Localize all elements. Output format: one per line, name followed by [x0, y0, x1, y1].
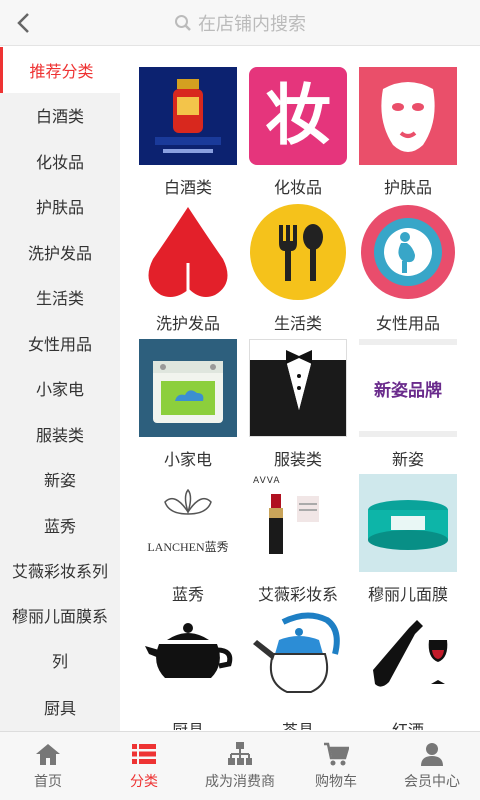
- drop-icon: [139, 203, 237, 301]
- search-box[interactable]: 在店铺内搜索: [120, 8, 360, 38]
- tab-member[interactable]: 会员中心: [384, 732, 480, 800]
- sidebar-item-clothing[interactable]: 服装类: [0, 411, 120, 457]
- grid-item-label: 穆丽儿面膜: [367, 585, 448, 604]
- grid-item-appliance[interactable]: 小家电: [134, 339, 242, 469]
- grid-item-label: 新姿: [391, 450, 424, 469]
- wine-icon: [359, 610, 457, 708]
- kettle-icon: [249, 610, 347, 708]
- sidebar-item-kitchen[interactable]: 厨具: [0, 684, 120, 730]
- grid-item-mulier[interactable]: 穆丽儿面膜: [354, 474, 462, 604]
- grid-item-kitchen[interactable]: 厨具: [134, 610, 242, 730]
- grid-item-skincare[interactable]: 护肤品: [354, 67, 462, 197]
- lanchen-logo-icon: LANCHEN蓝秀: [139, 474, 237, 572]
- network-icon: [228, 742, 252, 765]
- tab-cart[interactable]: 购物车: [288, 732, 384, 800]
- grid-item-label: 厨具: [134, 717, 242, 730]
- sidebar-item-living[interactable]: 生活类: [0, 275, 120, 321]
- grid-item-cosmetics[interactable]: 妆 化妆品: [244, 67, 352, 197]
- sidebar-item-recommended[interactable]: 推荐分类: [0, 47, 120, 93]
- cart-icon: [324, 742, 349, 766]
- grid-item-label: 白酒类: [163, 178, 212, 197]
- tab-label: 首页: [34, 774, 62, 790]
- grid-item-label: 洗护发品: [155, 314, 220, 333]
- lipstick-icon: AVVA: [249, 474, 347, 572]
- baijiu-bottle-icon: [139, 67, 237, 165]
- grid-item-xinzi[interactable]: 新姿品牌 新姿: [354, 339, 462, 469]
- user-icon: [421, 743, 443, 766]
- grid-item-label: 服装类: [273, 450, 322, 469]
- tab-home[interactable]: 首页: [0, 732, 96, 800]
- grid-item-teaware[interactable]: 茶具: [244, 610, 352, 730]
- sidebar-item-baijiu[interactable]: 白酒类: [0, 93, 120, 139]
- tab-label: 成为消费商: [205, 774, 275, 790]
- grid-item-haircare[interactable]: 洗护发品: [134, 203, 242, 333]
- pregnancy-icon: [359, 203, 457, 301]
- tab-consumer[interactable]: 成为消费商: [192, 732, 288, 800]
- grid-item-label: 茶具: [244, 717, 352, 730]
- grid-item-baijiu[interactable]: 白酒类: [134, 67, 242, 197]
- home-icon: [36, 744, 60, 765]
- oven-icon: [139, 339, 237, 437]
- grid-item-label: 生活类: [273, 314, 322, 333]
- category-grid: 白酒类 妆 化妆品 护肤品 洗护发品 生活类 女性用品 小家电 服装类 新姿品牌…: [130, 62, 470, 730]
- sidebar-item-female[interactable]: 女性用品: [0, 320, 120, 366]
- grid-item-aiwei[interactable]: AVVA 艾薇彩妆系: [244, 474, 352, 604]
- sidebar-item-xinzi[interactable]: 新姿: [0, 457, 120, 503]
- grid-item-label: 红酒: [354, 717, 462, 730]
- tab-label: 会员中心: [404, 774, 460, 790]
- grid-item-label: 艾薇彩妆系: [257, 585, 338, 604]
- mask-jar-icon: [359, 474, 457, 572]
- grid-item-label: 护肤品: [383, 178, 432, 197]
- tab-label: 购物车: [315, 774, 357, 790]
- grid-item-label: 女性用品: [375, 314, 440, 333]
- grid-item-wine[interactable]: 红酒: [354, 610, 462, 730]
- sidebar-item-lanxiu[interactable]: 蓝秀: [0, 502, 120, 548]
- sidebar-item-aiwei[interactable]: 艾薇彩妆系列: [0, 548, 120, 594]
- cosmetics-zhuang-icon: 妆: [249, 67, 347, 165]
- sidebar-item-appliance[interactable]: 小家电: [0, 366, 120, 412]
- sidebar-item-skincare[interactable]: 护肤品: [0, 184, 120, 230]
- search-icon: [175, 15, 191, 31]
- back-arrow-icon[interactable]: [12, 10, 38, 36]
- sidebar-item-haircare[interactable]: 洗护发品: [0, 229, 120, 275]
- grid-item-label: 化妆品: [273, 178, 322, 197]
- search-placeholder: 在店铺内搜索: [198, 14, 306, 35]
- category-sidebar: 推荐分类 白酒类 化妆品 护肤品 洗护发品 生活类 女性用品 小家电 服装类 新…: [0, 47, 120, 731]
- grid-item-label: 蓝秀: [171, 585, 204, 604]
- teapot-icon: [139, 610, 237, 708]
- tab-label: 分类: [130, 774, 158, 790]
- fork-spoon-icon: [249, 203, 347, 301]
- grid-item-lanxiu[interactable]: LANCHEN蓝秀 蓝秀: [134, 474, 242, 604]
- xinzi-brand-icon: 新姿品牌: [359, 339, 457, 437]
- sidebar-item-mulier[interactable]: 穆丽儿面膜系列: [0, 593, 120, 684]
- tab-category[interactable]: 分类: [96, 732, 192, 800]
- tuxedo-icon: [249, 339, 347, 437]
- face-mask-icon: [359, 67, 457, 165]
- grid-item-clothing[interactable]: 服装类: [244, 339, 352, 469]
- sidebar-item-cosmetics[interactable]: 化妆品: [0, 138, 120, 184]
- grid-item-female[interactable]: 女性用品: [354, 203, 462, 333]
- top-bar: 在店铺内搜索: [0, 0, 480, 46]
- grid-item-label: 小家电: [163, 450, 212, 469]
- category-icon: [132, 744, 156, 764]
- bottom-nav: 首页 分类 成为消费商 购物车 会员中心: [0, 731, 480, 800]
- grid-item-living[interactable]: 生活类: [244, 203, 352, 333]
